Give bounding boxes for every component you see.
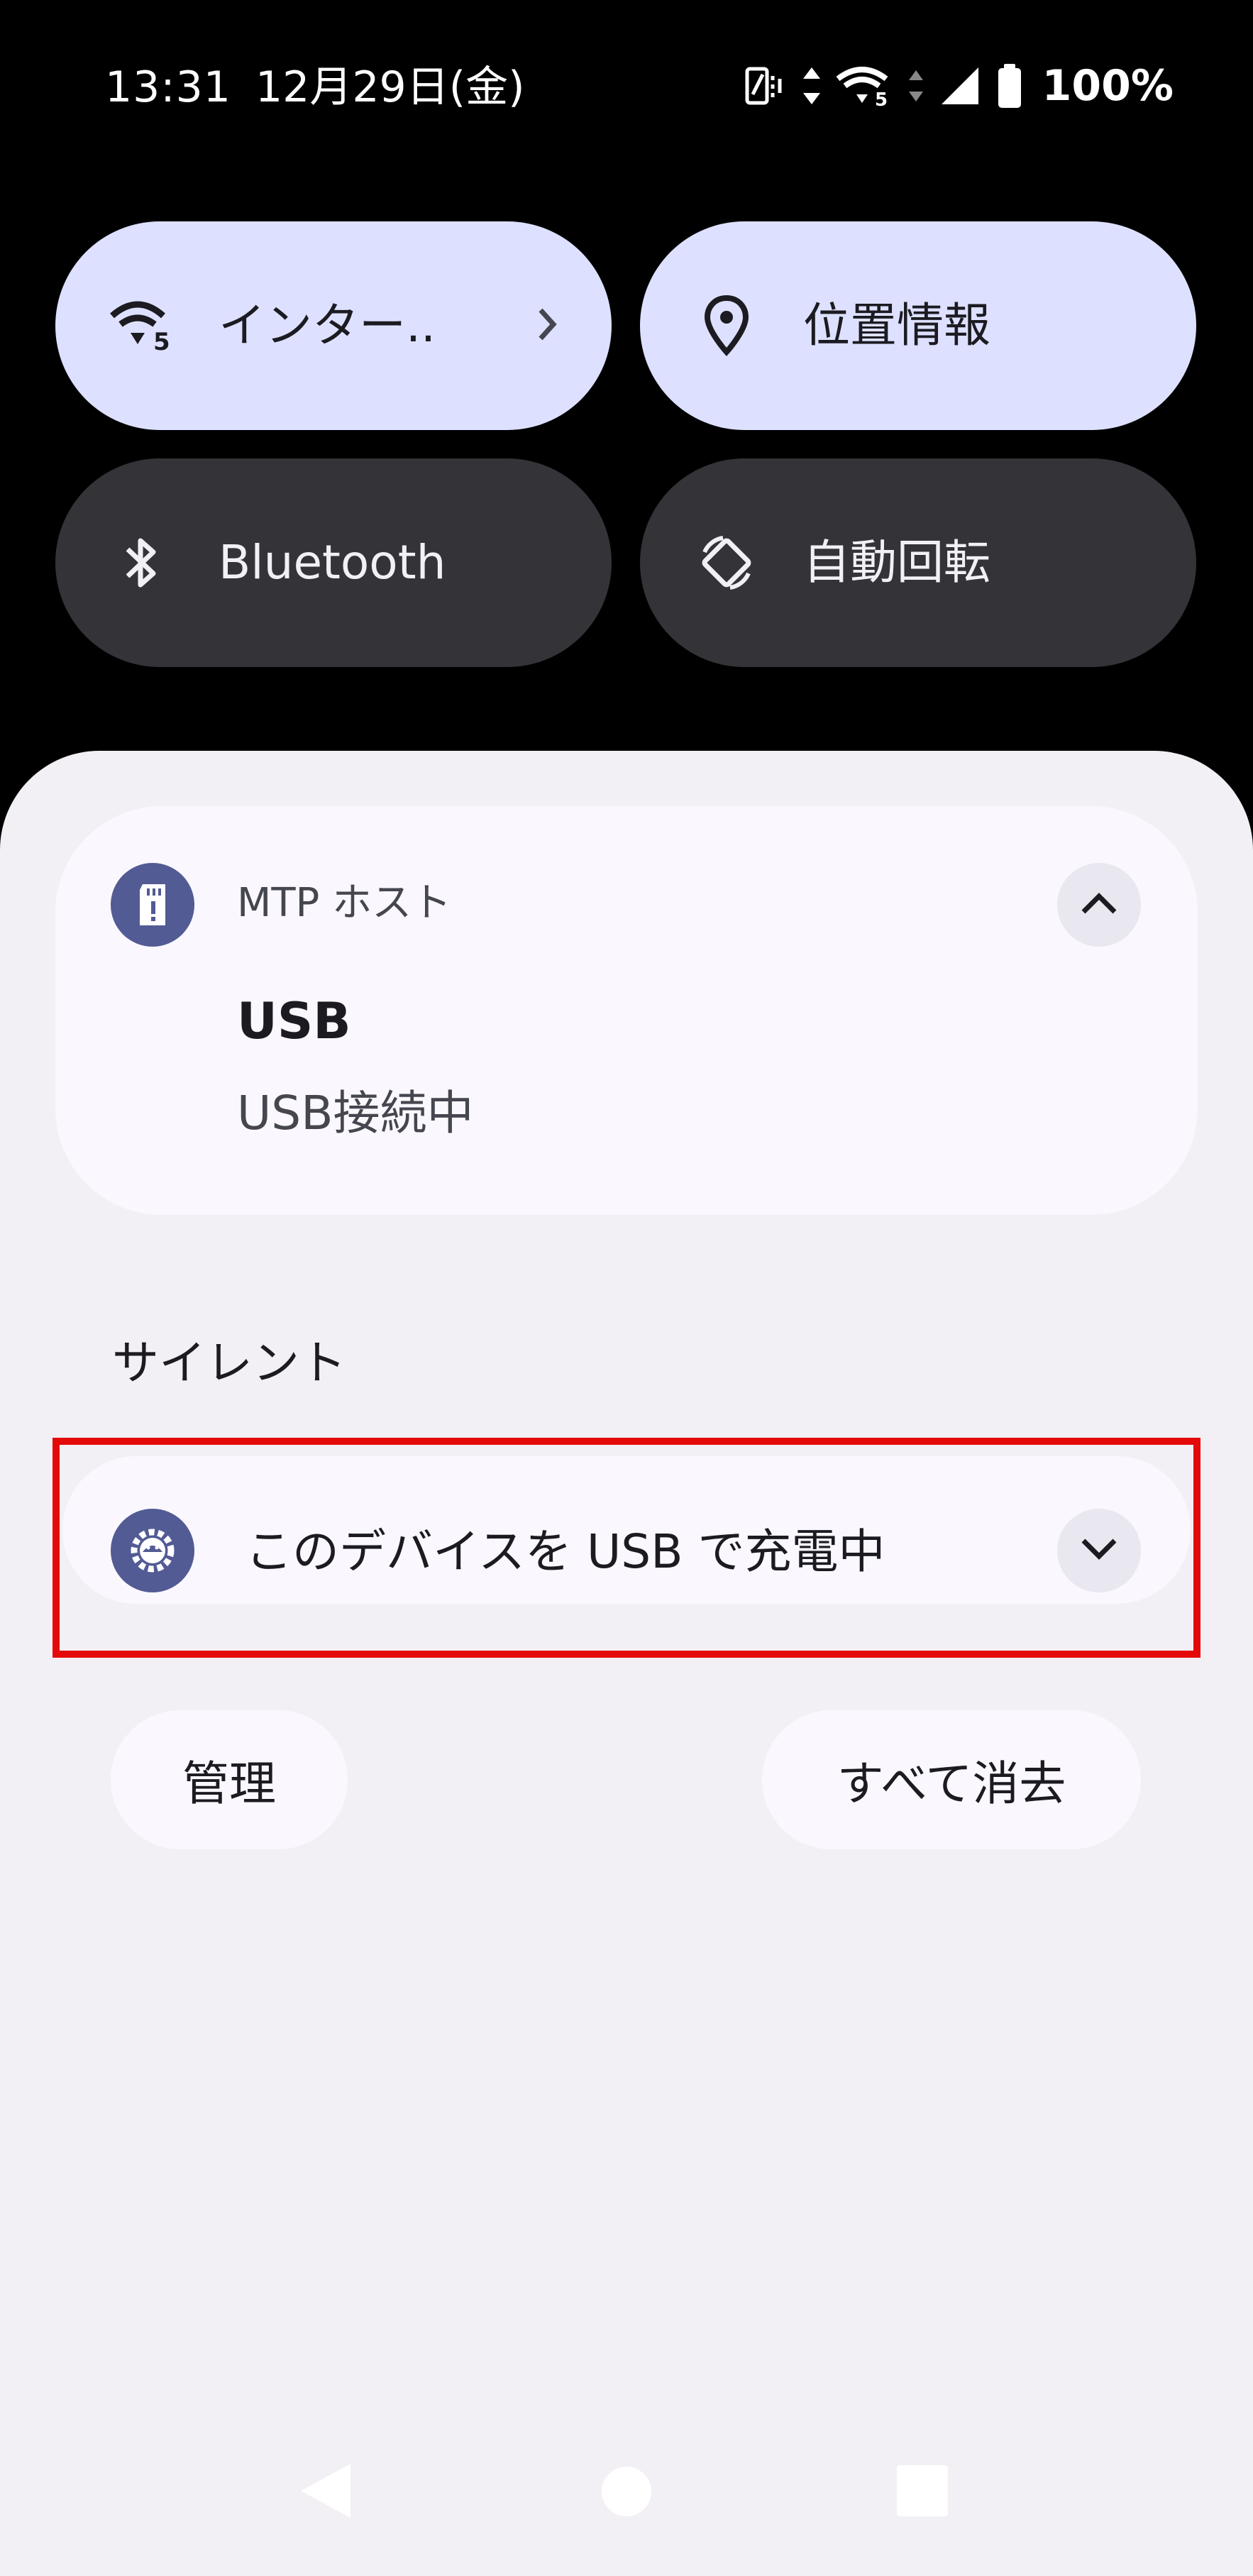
clear-all-button[interactable]: すべて消去 (762, 1710, 1141, 1849)
status-icons: 5 100% (743, 54, 1174, 118)
home-icon[interactable] (600, 2465, 653, 2521)
tile-auto-rotate[interactable]: 自動回転 (640, 458, 1196, 667)
back-icon[interactable] (298, 2461, 353, 2523)
location-pin-icon (691, 290, 762, 361)
svg-text:5: 5 (875, 89, 888, 109)
svg-text:5: 5 (153, 328, 170, 354)
collapse-button[interactable] (1057, 863, 1141, 947)
status-time: 13:31 (105, 62, 231, 112)
chevron-up-icon (1078, 889, 1120, 920)
tile-bluetooth[interactable]: Bluetooth (55, 458, 612, 667)
notification-title: USB (237, 992, 351, 1050)
wifi-icon: 5 (106, 290, 177, 361)
notification-text: USB接続中 (237, 1086, 474, 1140)
wifi-activity-icon (907, 63, 924, 109)
tile-location-label: 位置情報 (803, 298, 990, 353)
recents-icon[interactable] (895, 2464, 949, 2521)
wifi-6-icon: 5 (835, 63, 895, 109)
battery-icon (995, 62, 1024, 109)
notification-app-name: MTP ホスト (237, 880, 452, 926)
data-activity-icon (801, 63, 822, 109)
tile-location[interactable]: 位置情報 (640, 221, 1196, 430)
vibrate-icon (743, 63, 788, 109)
tile-internet[interactable]: 5 インター.. (55, 221, 612, 430)
status-date: 12月29日(金) (255, 62, 525, 112)
status-bar: 13:31 12月29日(金) 5 100% (0, 0, 1253, 170)
sd-card-icon (111, 863, 194, 947)
bluetooth-icon (106, 527, 177, 598)
manage-button[interactable]: 管理 (111, 1710, 348, 1849)
battery-percent: 100% (1042, 61, 1174, 111)
auto-rotate-icon (691, 527, 762, 598)
notification-shade-screen: 13:31 12月29日(金) 5 100% 5 インター.. 位置情報 Blu… (0, 0, 1253, 2576)
highlight-annotation (53, 1438, 1200, 1658)
tile-internet-label: インター.. (219, 298, 436, 353)
signal-icon (937, 63, 983, 109)
tile-auto-rotate-label: 自動回転 (803, 535, 990, 590)
notification-card-mtp[interactable] (55, 806, 1198, 1215)
chevron-right-icon (534, 303, 562, 348)
tile-bluetooth-label: Bluetooth (219, 535, 446, 590)
section-header-silent: サイレント (112, 1336, 346, 1390)
